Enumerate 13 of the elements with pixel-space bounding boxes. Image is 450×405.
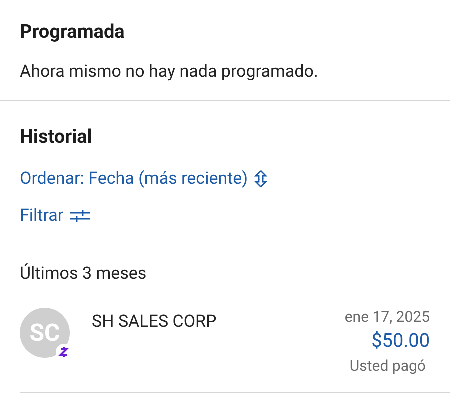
transaction-amount: $50.00 xyxy=(372,328,430,354)
sliders-icon xyxy=(70,209,90,223)
empty-message: Ahora mismo no hay nada programado. xyxy=(20,61,320,84)
payment-badge-icon xyxy=(56,344,72,360)
payee-name: SH SALES CORP xyxy=(92,311,218,334)
section-title: Programada xyxy=(20,19,126,45)
filter-link[interactable]: Filtrar xyxy=(20,204,90,228)
section-title: Historial xyxy=(20,124,94,150)
sort-arrows-icon xyxy=(254,170,268,188)
period-label: Últimos 3 meses xyxy=(20,262,148,286)
transaction-date: ene 17, 2025 xyxy=(344,307,430,328)
transaction-status: Usted pagó xyxy=(350,356,427,377)
sort-link[interactable]: Ordenar: Fecha (más reciente) xyxy=(20,167,268,191)
